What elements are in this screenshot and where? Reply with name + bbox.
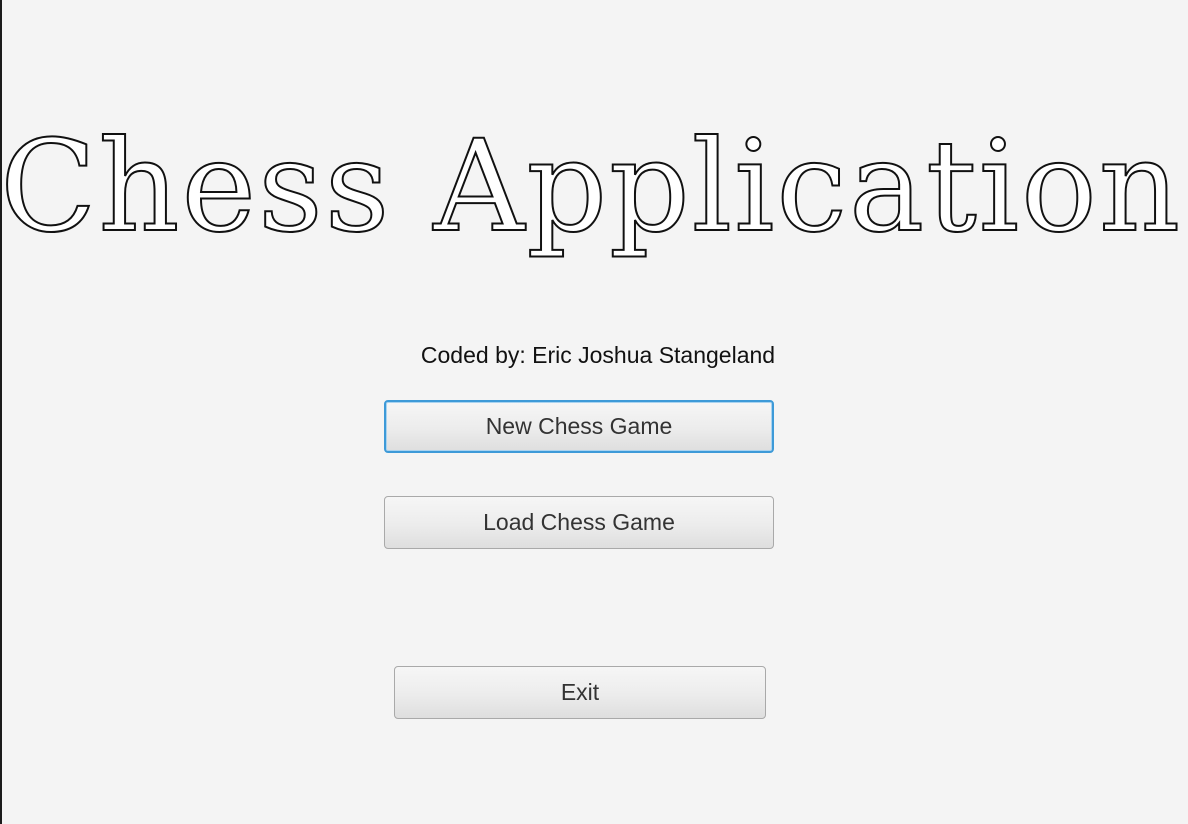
new-chess-game-button[interactable]: New Chess Game <box>384 400 774 453</box>
load-chess-game-button[interactable]: Load Chess Game <box>384 496 774 549</box>
author-credit: Coded by: Eric Joshua Stangeland <box>420 342 776 368</box>
exit-button[interactable]: Exit <box>394 666 766 719</box>
app-title: Chess Application <box>0 112 1183 261</box>
